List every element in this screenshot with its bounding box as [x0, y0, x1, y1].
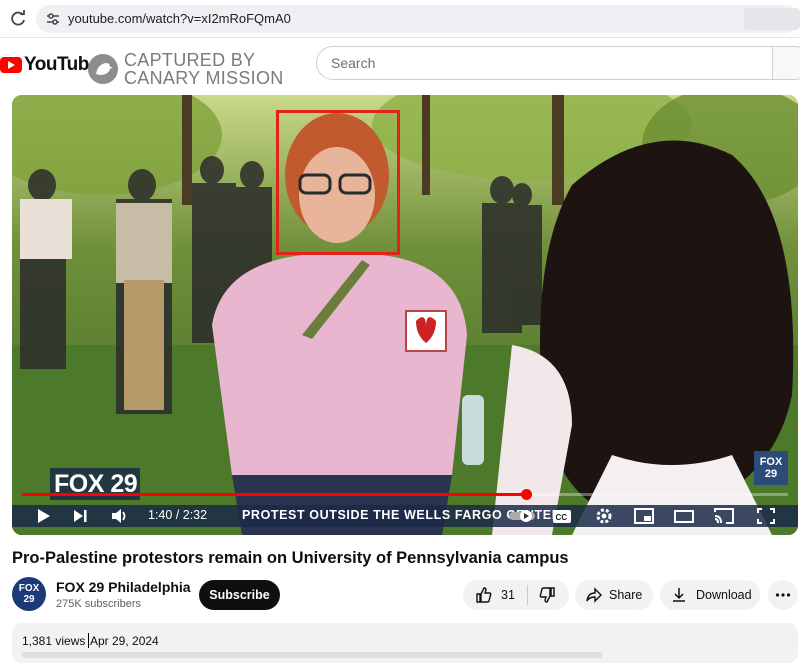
like-divider — [526, 585, 528, 605]
subscribe-button[interactable]: Subscribe — [199, 580, 280, 610]
description-preview — [22, 652, 602, 658]
next-icon[interactable] — [70, 507, 90, 525]
like-dislike-group: 31 — [463, 580, 569, 610]
description-box[interactable]: 1,381 views Apr 29, 2024 — [12, 623, 798, 663]
watermark-line-2: CANARY MISSION — [124, 68, 284, 88]
fullscreen-icon[interactable] — [756, 507, 776, 525]
canary-mission-watermark: CAPTURED BY CANARY MISSION — [88, 51, 284, 87]
address-bar[interactable]: youtube.com/watch?v=xI2mRoFQmA0 — [36, 5, 800, 33]
channel-avatar[interactable]: FOX 29 — [12, 577, 46, 611]
subscriber-count: 275K subscribers — [56, 598, 141, 610]
time-display: 1:40 / 2:32 — [148, 508, 208, 522]
text-cursor — [88, 633, 89, 648]
search-button[interactable] — [772, 46, 800, 80]
svg-text:CC: CC — [556, 513, 568, 522]
extension-area — [744, 8, 800, 30]
face-highlight-box — [276, 110, 400, 255]
more-horizontal-icon — [775, 593, 791, 597]
progress-bar[interactable] — [22, 489, 788, 500]
thumbs-down-icon[interactable] — [538, 586, 556, 604]
play-icon[interactable] — [34, 507, 54, 525]
theater-icon[interactable] — [674, 507, 694, 525]
search-input[interactable] — [317, 47, 773, 79]
share-button[interactable]: Share — [575, 580, 653, 610]
more-actions-button[interactable] — [768, 580, 798, 610]
download-icon — [673, 588, 685, 602]
canary-bird-icon — [88, 54, 118, 84]
miniplayer-icon[interactable] — [634, 507, 654, 525]
video-player[interactable]: FOX 29 FOX 29 PROTEST OUTSIDE THE WELLS … — [12, 95, 798, 535]
thumbs-up-icon — [476, 587, 492, 603]
watermark-line-1: CAPTURED BY — [124, 50, 256, 70]
fox29-corner-bug: FOX 29 — [754, 451, 788, 485]
site-info-icon[interactable] — [45, 11, 61, 27]
captions-icon[interactable]: CC — [552, 507, 572, 525]
progress-fill — [22, 493, 527, 496]
like-count: 31 — [501, 588, 515, 602]
download-button[interactable]: Download — [660, 580, 760, 610]
share-icon — [586, 587, 602, 603]
youtube-header: YouTube CAPTURED BY CANARY MISSION — [0, 38, 800, 92]
youtube-logo[interactable]: YouTube — [0, 53, 99, 77]
url-text: youtube.com/watch?v=xI2mRoFQmA0 — [68, 11, 291, 26]
search-box — [316, 46, 774, 80]
progress-scrubber[interactable] — [521, 489, 533, 500]
reload-icon[interactable] — [8, 9, 28, 29]
download-label: Download — [696, 588, 752, 602]
view-count: 1,381 views — [22, 634, 86, 648]
channel-name[interactable]: FOX 29 Philadelphia — [56, 579, 191, 595]
volume-icon[interactable] — [110, 507, 130, 525]
browser-toolbar: youtube.com/watch?v=xI2mRoFQmA0 — [0, 0, 800, 38]
like-button[interactable]: 31 — [463, 586, 515, 604]
upload-date: Apr 29, 2024 — [90, 634, 159, 648]
youtube-play-logo-icon — [0, 57, 22, 73]
cast-icon[interactable] — [714, 507, 734, 525]
share-label: Share — [609, 588, 643, 602]
settings-icon[interactable] — [594, 507, 614, 525]
video-title: Pro-Palestine protestors remain on Unive… — [12, 549, 569, 567]
autoplay-toggle-icon[interactable] — [508, 507, 536, 525]
